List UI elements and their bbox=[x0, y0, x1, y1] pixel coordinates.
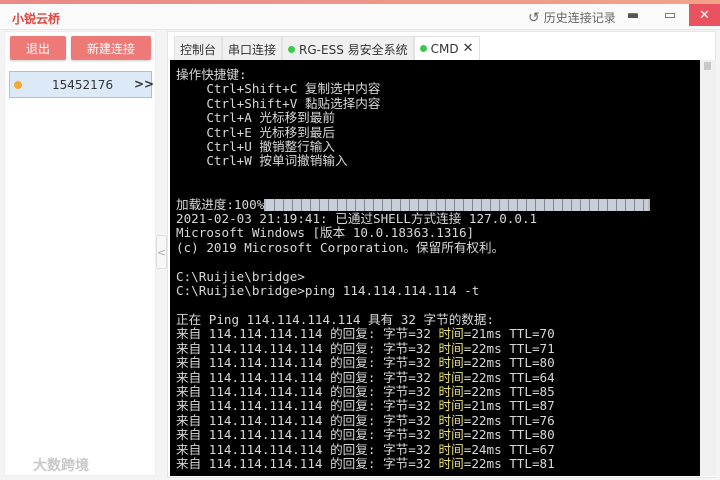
tab-label: CMD bbox=[430, 41, 459, 56]
new-connection-button[interactable]: 新建连接 bbox=[71, 36, 151, 60]
ping-reply-line: 来自 114.114.114.114 的回复: 字节=32 时间=22ms TT… bbox=[176, 427, 700, 443]
reply-time: 时间 bbox=[438, 412, 464, 428]
ping-reply-line: 来自 114.114.114.114 的回复: 字节=32 时间=21ms TT… bbox=[176, 327, 700, 341]
tab-close-icon[interactable]: ✕ bbox=[463, 41, 474, 56]
online-dot-icon bbox=[419, 45, 427, 52]
tab-label: 控制台 bbox=[180, 42, 217, 57]
sidebar: 退出 新建连接 15452176 >> 大数跨境 bbox=[4, 31, 156, 476]
reply-prefix: 来自 114.114.114.114 的回复: 字节=32 bbox=[176, 427, 439, 443]
logout-button[interactable]: 退出 bbox=[10, 36, 66, 60]
reply-prefix: 来自 114.114.114.114 的回复: 字节=32 bbox=[176, 355, 439, 371]
history-icon: ↺ bbox=[528, 9, 540, 26]
terminal-line: 操作快捷键: bbox=[176, 67, 247, 82]
connection-id: 15452176 bbox=[52, 78, 114, 92]
shortcut-line: Ctrl+Shift+V 黏贴选择内容 bbox=[176, 95, 381, 111]
reply-rest: =22ms TTL=85 bbox=[463, 383, 555, 399]
watermark: 大数跨境 bbox=[33, 458, 89, 474]
app-title: 小锐云桥 bbox=[12, 12, 61, 26]
ping-reply-line: 来自 114.114.114.114 的回复: 字节=32 时间=21ms TT… bbox=[176, 399, 700, 413]
tab-bar: 控制台 串口连接 RG-ESS 易安全系统 CMD ✕ bbox=[174, 36, 480, 62]
reply-time: 时间 bbox=[438, 398, 464, 414]
shortcut-line: Ctrl+W 按单词撤销输入 bbox=[176, 153, 348, 169]
chevron-left-icon: < bbox=[156, 245, 167, 259]
reply-rest: =22ms TTL=80 bbox=[463, 427, 555, 443]
maximize-button[interactable]: ▭ bbox=[655, 4, 685, 26]
tab-label: RG-ESS 易安全系统 bbox=[299, 42, 408, 57]
ping-reply-line: 来自 114.114.114.114 的回复: 字节=32 时间=22ms TT… bbox=[176, 383, 700, 399]
reply-rest: =24ms TTL=67 bbox=[463, 441, 555, 457]
maximize-icon: ▭ bbox=[663, 7, 677, 23]
reply-time: 时间 bbox=[438, 383, 464, 399]
reply-prefix: 来自 114.114.114.114 的回复: 字节=32 bbox=[176, 340, 439, 356]
online-dot-icon bbox=[288, 45, 296, 53]
reply-prefix: 来自 114.114.114.114 的回复: 字节=32 bbox=[176, 455, 439, 471]
tab-label: 串口连接 bbox=[228, 42, 277, 57]
reply-prefix: 来自 114.114.114.114 的回复: 字节=32 bbox=[176, 412, 439, 428]
history-button[interactable]: ↺ 历史连接记录 bbox=[528, 9, 616, 26]
reply-prefix: 来自 114.114.114.114 的回复: 字节=32 bbox=[176, 326, 439, 342]
reply-prefix: 来自 114.114.114.114 的回复: 字节=32 bbox=[176, 383, 439, 399]
ping-reply-line: 来自 114.114.114.114 的回复: 字节=32 时间=24ms TT… bbox=[176, 441, 700, 457]
reply-rest: =22ms TTL=64 bbox=[463, 369, 555, 385]
terminal-output[interactable]: 操作快捷键: Ctrl+Shift+C 复制选中内容 Ctrl+Shift+V … bbox=[170, 60, 700, 476]
reply-rest: =21ms TTL=87 bbox=[463, 398, 555, 414]
tab-rg-ess[interactable]: RG-ESS 易安全系统 bbox=[282, 36, 414, 62]
reply-time: 时间 bbox=[438, 441, 464, 457]
shortcut-line: Ctrl+U 撤销整行输入 bbox=[176, 139, 335, 155]
terminal-scrollbar[interactable] bbox=[700, 60, 716, 476]
tab-serial[interactable]: 串口连接 bbox=[222, 36, 283, 62]
ping-reply-line: 来自 114.114.114.114 的回复: 字节=32 时间=22ms TT… bbox=[176, 455, 700, 471]
reply-rest: =22ms TTL=80 bbox=[463, 355, 555, 371]
shortcut-line: Ctrl+E 光标移到最后 bbox=[176, 124, 335, 140]
reply-rest: =22ms TTL=71 bbox=[463, 340, 555, 356]
close-button[interactable]: ✕ bbox=[689, 4, 720, 26]
reply-rest: =22ms TTL=81 bbox=[463, 455, 555, 471]
terminal-line: ​ bbox=[176, 299, 700, 313]
terminal-line: 正在 Ping 114.114.114.114 具有 32 字节的数据: bbox=[176, 311, 495, 327]
close-icon: ✕ bbox=[699, 7, 710, 23]
ping-reply-line: 来自 114.114.114.114 的回复: 字节=32 时间=22ms TT… bbox=[176, 340, 700, 356]
terminal-line: 2021-02-03 21:19:41: 已通过SHELL方式连接 127.0.… bbox=[176, 211, 538, 227]
tab-cmd[interactable]: CMD ✕ bbox=[413, 36, 480, 62]
progress-label: 加载进度:100% bbox=[176, 196, 265, 212]
minimize-icon: ▬ bbox=[626, 7, 640, 23]
history-label: 历史连接记录 bbox=[543, 11, 616, 25]
reply-time: 时间 bbox=[438, 326, 464, 342]
ping-reply-line: 来自 114.114.114.114 的回复: 字节=32 时间=22ms TT… bbox=[176, 355, 700, 371]
terminal-line: Microsoft Windows [版本 10.0.18363.1316] bbox=[176, 225, 475, 241]
reply-rest: =21ms TTL=70 bbox=[463, 326, 555, 342]
terminal-line: C:\Ruijie\bridge> bbox=[176, 268, 305, 284]
terminal-line: (c) 2019 Microsoft Corporation。保留所有权利。 bbox=[176, 239, 505, 255]
title-bar: 小锐云桥 ↺ 历史连接记录 ▬ ▭ ✕ bbox=[0, 4, 720, 30]
tab-console[interactable]: 控制台 bbox=[174, 36, 223, 62]
connection-item[interactable]: 15452176 >> bbox=[9, 71, 154, 98]
progress-bar bbox=[264, 198, 651, 211]
minimize-button[interactable]: ▬ bbox=[618, 4, 648, 26]
reply-prefix: 来自 114.114.114.114 的回复: 字节=32 bbox=[176, 441, 439, 457]
reply-time: 时间 bbox=[438, 340, 464, 356]
progress-line: 加载进度:100% bbox=[176, 196, 700, 212]
shortcut-line: Ctrl+Shift+C 复制选中内容 bbox=[176, 81, 381, 97]
reply-time: 时间 bbox=[438, 427, 464, 443]
ping-reply-line: 来自 114.114.114.114 的回复: 字节=32 时间=22ms TT… bbox=[176, 369, 700, 385]
reply-prefix: 来自 114.114.114.114 的回复: 字节=32 bbox=[176, 398, 439, 414]
terminal-line: C:\Ruijie\bridge>ping 114.114.114.114 -t bbox=[176, 283, 480, 299]
ping-reply-line: 来自 114.114.114.114 的回复: 字节=32 时间=22ms TT… bbox=[176, 412, 700, 428]
reply-time: 时间 bbox=[438, 455, 464, 471]
scrollbar-thumb[interactable] bbox=[704, 62, 711, 70]
terminal-line: ​ bbox=[176, 255, 700, 269]
reply-rest: =22ms TTL=76 bbox=[463, 412, 555, 428]
shortcut-line: Ctrl+A 光标移到最前 bbox=[176, 110, 335, 126]
reply-time: 时间 bbox=[438, 369, 464, 385]
reply-prefix: 来自 114.114.114.114 的回复: 字节=32 bbox=[176, 369, 439, 385]
status-dot-icon bbox=[14, 81, 22, 89]
reply-time: 时间 bbox=[438, 355, 464, 371]
collapse-sidebar-button[interactable]: < bbox=[156, 235, 167, 269]
expand-icon[interactable]: >> bbox=[134, 77, 154, 91]
